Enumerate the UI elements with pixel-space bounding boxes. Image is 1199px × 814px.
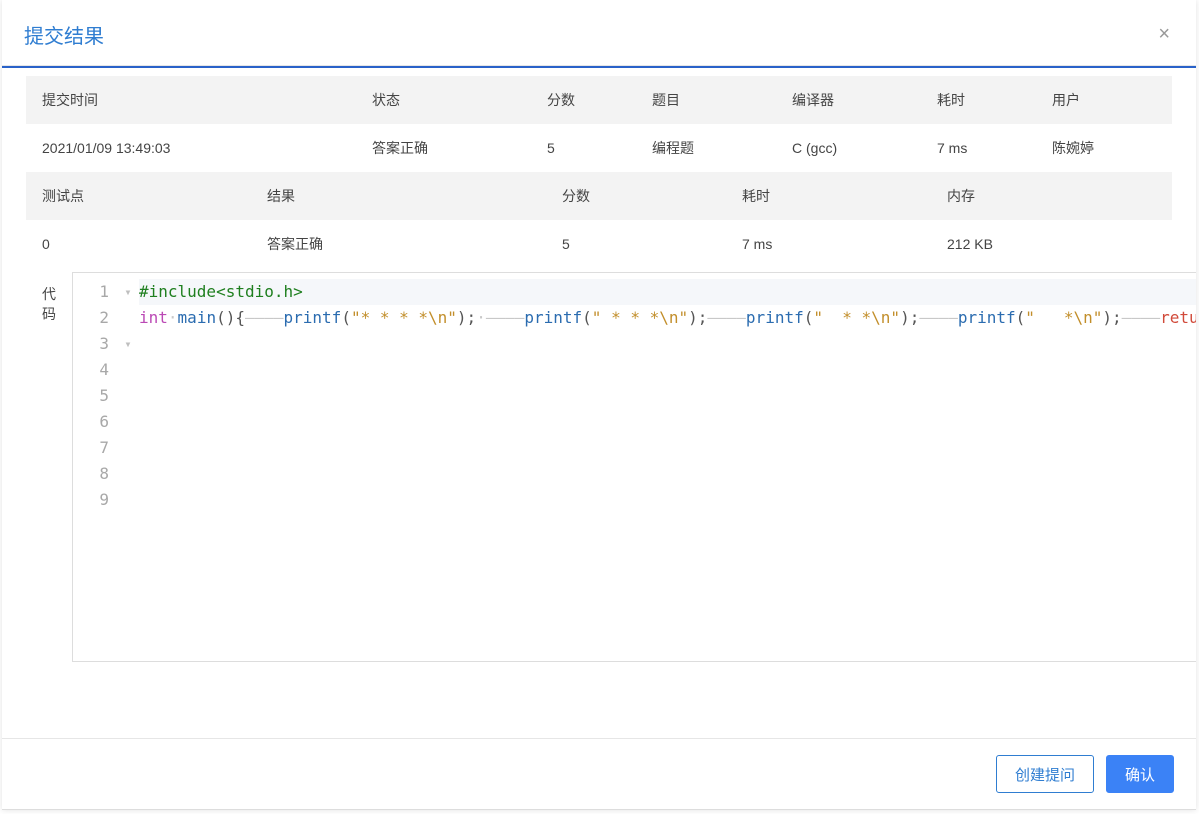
line-number: 3: [73, 331, 109, 357]
fold-marker: [117, 409, 139, 435]
fold-marker: [117, 383, 139, 409]
code-token: " * * *\n": [592, 308, 688, 327]
col-memory: 内存: [931, 172, 1172, 220]
cell-memory: 212 KB: [931, 220, 1172, 268]
code-token: {: [235, 308, 245, 327]
fold-marker: [117, 435, 139, 461]
col-elapsed: 耗时: [921, 76, 1036, 124]
line-number: 8: [73, 461, 109, 487]
line-number: 5: [73, 383, 109, 409]
submission-summary-table: 提交时间 状态 分数 题目 编译器 耗时 用户 2021/01/09 13:49…: [26, 76, 1172, 172]
fold-marker: [117, 305, 139, 331]
code-token: printf: [746, 308, 804, 327]
table-header-row: 提交时间 状态 分数 题目 编译器 耗时 用户: [26, 76, 1172, 124]
close-icon[interactable]: ×: [1154, 23, 1174, 46]
code-label: 代码: [26, 272, 72, 662]
create-question-button[interactable]: 创建提问: [996, 755, 1094, 793]
line-number: 2: [73, 305, 109, 331]
fold-gutter: ▾ ▾: [117, 273, 139, 661]
col-status: 状态: [356, 76, 531, 124]
line-number: 9: [73, 487, 109, 513]
fold-marker: [117, 487, 139, 513]
line-number: 6: [73, 409, 109, 435]
fold-marker-icon[interactable]: ▾: [117, 279, 139, 305]
col-score: 分数: [531, 76, 636, 124]
code-token: " *\n": [1025, 308, 1102, 327]
col-user: 用户: [1036, 76, 1172, 124]
code-token: printf: [524, 308, 582, 327]
code-editor[interactable]: 1 2 3 4 5 6 7 8 9 ▾ ▾: [72, 272, 1196, 662]
code-section: 代码 1 2 3 4 5 6 7 8 9 ▾ ▾: [26, 272, 1172, 662]
code-token: #include<stdio.h>: [139, 282, 303, 301]
fold-marker: [117, 461, 139, 487]
cell-status: 答案正确: [356, 124, 531, 172]
cell-compiler: C (gcc): [776, 124, 921, 172]
modal-body: 提交时间 状态 分数 题目 编译器 耗时 用户 2021/01/09 13:49…: [2, 68, 1196, 738]
code-content: #include<stdio.h>int·main(){————printf("…: [139, 273, 1196, 661]
fold-marker-icon[interactable]: ▾: [117, 331, 139, 357]
line-number: 7: [73, 435, 109, 461]
col-score: 分数: [546, 172, 726, 220]
col-elapsed: 耗时: [726, 172, 931, 220]
cell-testpoint: 0: [26, 220, 251, 268]
cell-score: 5: [531, 124, 636, 172]
modal-header: 提交结果 ×: [2, 0, 1196, 66]
code-token: return: [1160, 308, 1196, 327]
table-row: 2021/01/09 13:49:03 答案正确 5 编程题 C (gcc) 7…: [26, 124, 1172, 172]
modal-footer: 创建提问 确认: [2, 738, 1196, 809]
cell-result: 答案正确: [251, 220, 546, 268]
ok-button[interactable]: 确认: [1106, 755, 1174, 793]
cell-score: 5: [546, 220, 726, 268]
code-token: main: [178, 308, 217, 327]
cell-user: 陈婉婷: [1036, 124, 1172, 172]
modal-title: 提交结果: [24, 20, 104, 49]
code-token: int: [139, 308, 168, 327]
testpoint-table: 测试点 结果 分数 耗时 内存 0 答案正确 5 7 ms 212 KB: [26, 172, 1172, 268]
col-compiler: 编译器: [776, 76, 921, 124]
line-number-gutter: 1 2 3 4 5 6 7 8 9: [73, 273, 117, 661]
col-time: 提交时间: [26, 76, 356, 124]
line-number: 4: [73, 357, 109, 383]
code-token: " * *\n": [813, 308, 900, 327]
col-result: 结果: [251, 172, 546, 220]
code-token: "* * * *\n": [351, 308, 457, 327]
code-token: printf: [284, 308, 342, 327]
line-number: 1: [73, 279, 109, 305]
submission-result-modal: 提交结果 × 提交时间 状态 分数 题目 编译器 耗时 用户: [2, 0, 1196, 810]
col-testpoint: 测试点: [26, 172, 251, 220]
cell-elapsed: 7 ms: [921, 124, 1036, 172]
code-token: printf: [958, 308, 1016, 327]
fold-marker: [117, 357, 139, 383]
table-row: 0 答案正确 5 7 ms 212 KB: [26, 220, 1172, 268]
table-header-row: 测试点 结果 分数 耗时 内存: [26, 172, 1172, 220]
cell-problem: 编程题: [636, 124, 776, 172]
col-problem: 题目: [636, 76, 776, 124]
code-token: (): [216, 308, 235, 327]
cell-time: 2021/01/09 13:49:03: [26, 124, 356, 172]
cell-elapsed: 7 ms: [726, 220, 931, 268]
